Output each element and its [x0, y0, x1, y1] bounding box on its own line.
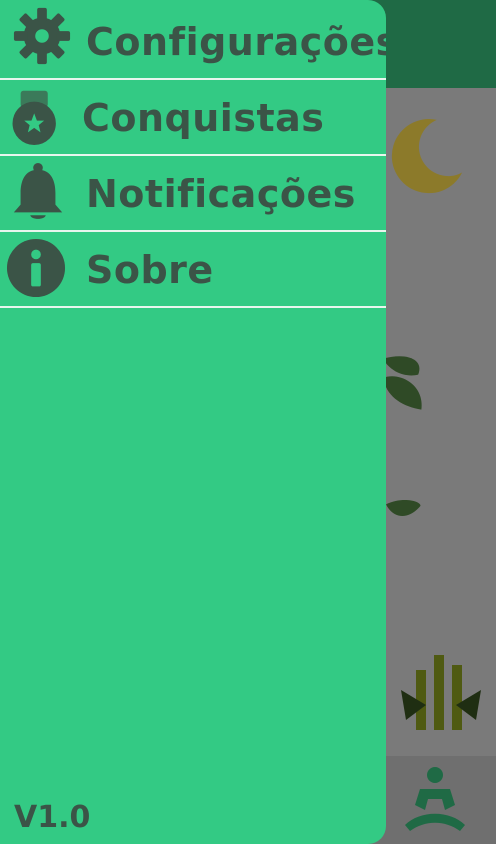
menu-item-sobre[interactable]: Sobre — [0, 232, 386, 308]
badge-icon — [12, 90, 56, 145]
menu-label-configuracoes: Configurações — [86, 20, 386, 64]
meditation-icon — [405, 767, 465, 831]
navigation-drawer: Configurações Conquistas Notificações So… — [0, 0, 386, 844]
menu-label-sobre: Sobre — [86, 248, 214, 292]
menu-item-notificacoes[interactable]: Notificações — [0, 156, 386, 232]
leaf-image — [383, 356, 422, 410]
gear-icon — [13, 7, 71, 65]
app-version: V1.0 — [14, 800, 91, 835]
info-icon — [6, 238, 66, 298]
menu-item-conquistas[interactable]: Conquistas — [0, 80, 386, 156]
moon-icon — [391, 119, 463, 194]
menu-item-configuracoes[interactable]: Configurações — [0, 4, 386, 80]
menu-label-conquistas: Conquistas — [82, 96, 325, 140]
bell-icon — [13, 162, 63, 219]
menu-label-notificacoes: Notificações — [86, 172, 356, 216]
leaf-image-2 — [386, 500, 421, 517]
bamboo-image — [401, 655, 481, 730]
